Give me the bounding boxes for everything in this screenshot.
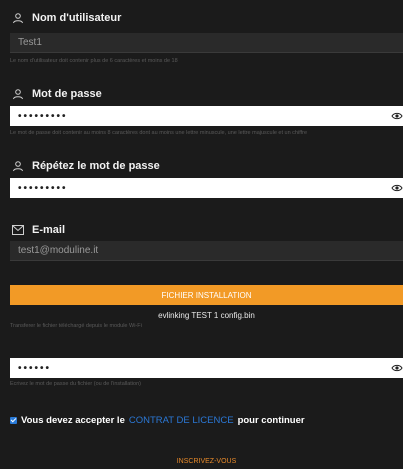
repeat-password-label: Répétez le mot de passe — [12, 160, 160, 172]
eye-icon[interactable] — [391, 110, 403, 122]
repeat-password-label-text: Répétez le mot de passe — [32, 160, 160, 172]
install-file-hint: Transferer le fichier téléchargé depuis … — [10, 323, 142, 329]
user-icon — [13, 13, 23, 24]
terms-row: Vous devez accepter le CONTRAT DE LICENC… — [10, 415, 305, 426]
username-label-text: Nom d'utilisateur — [32, 12, 122, 24]
file-password-value: •••••• — [18, 362, 52, 374]
terms-suffix: pour continuer — [237, 415, 305, 426]
terms-checkbox[interactable] — [10, 417, 17, 424]
install-file-button[interactable]: FICHIER INSTALLATION — [10, 285, 403, 305]
password-label-text: Mot de passe — [32, 88, 102, 100]
password-value: ••••••••• — [18, 110, 68, 122]
envelope-icon — [12, 225, 24, 235]
license-link[interactable]: CONTRAT DE LICENCE — [129, 415, 234, 426]
repeat-password-field[interactable]: ••••••••• — [10, 178, 403, 198]
email-value: test1@moduline.it — [18, 245, 99, 256]
terms-prefix: Vous devez accepter le — [21, 415, 125, 426]
eye-icon[interactable] — [391, 362, 403, 374]
repeat-password-value: ••••••••• — [18, 182, 68, 194]
password-hint: Le mot de passe doit contenir au moins 8… — [10, 130, 308, 136]
username-label: Nom d'utilisateur — [12, 12, 121, 24]
password-field[interactable]: ••••••••• — [10, 106, 403, 126]
email-field[interactable]: test1@moduline.it — [10, 241, 403, 261]
user-icon — [13, 89, 23, 100]
selected-file-name: evlinking TEST 1 config.bin — [158, 311, 255, 320]
eye-icon[interactable] — [391, 182, 403, 194]
register-button[interactable]: INSCRIVEZ-VOUS — [10, 458, 403, 465]
password-label: Mot de passe — [12, 88, 102, 100]
email-label: E-mail — [12, 224, 65, 236]
username-field[interactable]: Test1 — [10, 33, 403, 53]
file-password-hint: Ecrivez le mot de passe du fichier (ou d… — [10, 381, 141, 387]
file-password-field[interactable]: •••••• — [10, 358, 403, 378]
username-value: Test1 — [18, 37, 42, 48]
user-icon — [13, 161, 23, 172]
email-label-text: E-mail — [32, 224, 66, 236]
username-hint: Le nom d'utilisateur doit contenir plus … — [10, 58, 178, 64]
